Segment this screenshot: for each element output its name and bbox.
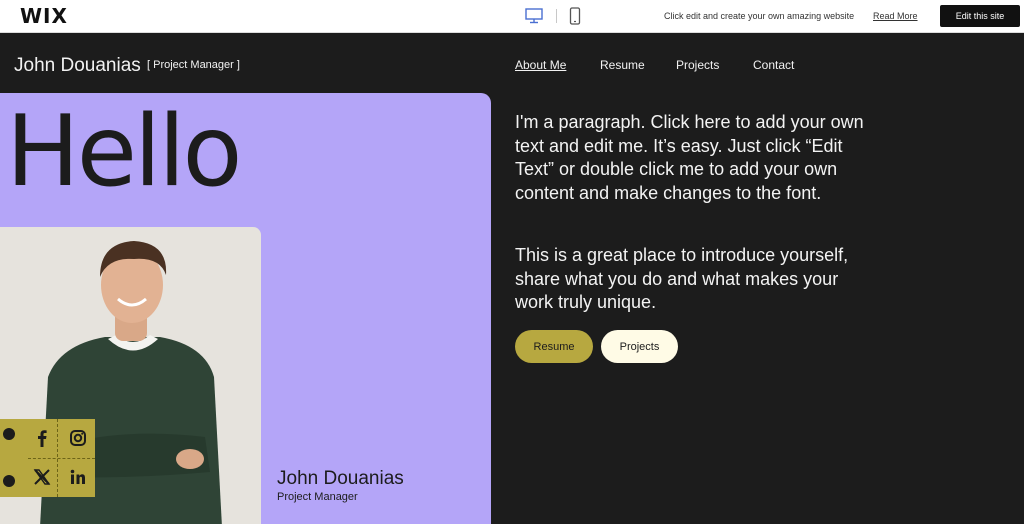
social-divider [28, 458, 95, 459]
instagram-icon[interactable] [68, 428, 88, 448]
wix-logo[interactable]: WIX [20, 4, 68, 28]
about-paragraph: This is a great place to introduce yours… [515, 245, 849, 312]
wix-top-bar: WIX Click edit and create your own amazi… [0, 0, 1024, 33]
nav-projects[interactable]: Projects [676, 58, 719, 72]
device-separator [556, 9, 557, 23]
facebook-icon[interactable] [32, 428, 52, 448]
desktop-icon[interactable] [525, 8, 543, 24]
nav-contact[interactable]: Contact [753, 58, 794, 72]
mobile-icon[interactable] [569, 7, 581, 25]
projects-button[interactable]: Projects [601, 330, 678, 363]
social-links [0, 419, 95, 497]
decor-dot [3, 475, 15, 487]
x-icon[interactable] [32, 467, 52, 487]
hero-panel: Hello John Douanias Project Manager [0, 93, 491, 524]
edit-site-button[interactable]: Edit this site [940, 5, 1020, 27]
read-more-link[interactable]: Read More [873, 11, 918, 21]
card-role: Project Manager [277, 491, 358, 503]
wix-promo-message: Click edit and create your own amazing w… [664, 11, 855, 21]
linkedin-icon[interactable] [68, 467, 88, 487]
nav-resume[interactable]: Resume [600, 58, 645, 72]
card-name: John Douanias [277, 468, 404, 489]
decor-dot [3, 428, 15, 440]
hero-greeting: Hello [6, 95, 242, 209]
nav-about-me[interactable]: About Me [515, 58, 566, 72]
resume-button[interactable]: Resume [515, 330, 593, 363]
site-title[interactable]: John Douanias [14, 55, 141, 77]
site-subtitle: [ Project Manager ] [147, 59, 240, 71]
intro-paragraph: I'm a paragraph. Click here to add your … [515, 112, 864, 203]
